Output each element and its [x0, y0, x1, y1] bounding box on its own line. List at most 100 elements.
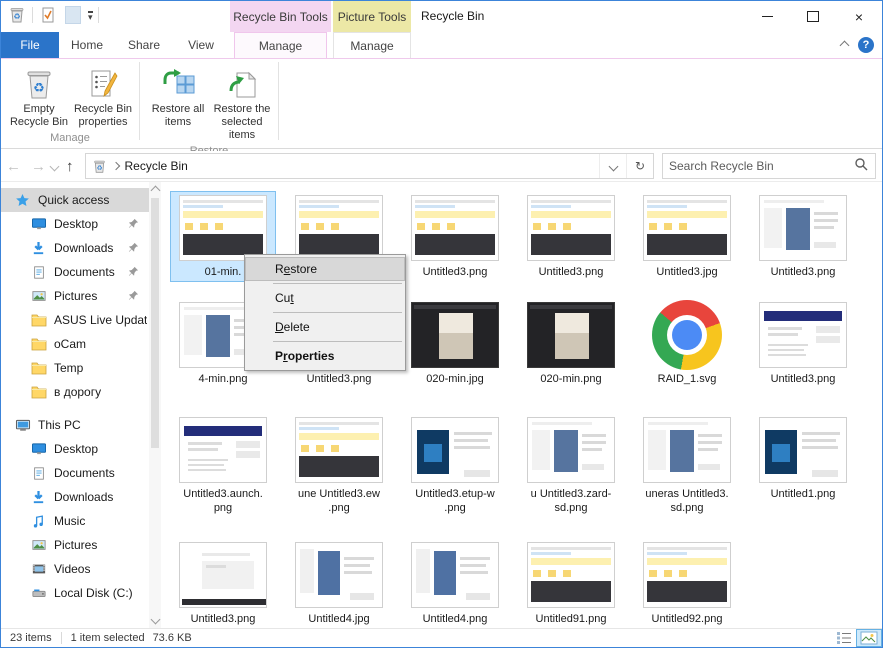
collapse-ribbon-icon[interactable]: [840, 40, 850, 50]
context-menu-separator: [273, 283, 402, 284]
file-item-untitled91-png[interactable]: Untitled91.png: [519, 539, 623, 628]
scroll-down-icon[interactable]: [151, 615, 161, 625]
file-thumbnail-explorer: [411, 195, 499, 261]
sidebar-item-desktop[interactable]: Desktop: [1, 437, 149, 461]
svg-text:♻: ♻: [96, 164, 102, 171]
scrollbar-thumb[interactable]: [151, 198, 159, 448]
file-item-020-min-jpg[interactable]: 020-min.jpg: [403, 299, 507, 388]
sidebar-item-pictures[interactable]: Pictures: [1, 533, 149, 557]
customize-dropdown-icon[interactable]: ▾: [88, 11, 93, 20]
ribbon-button-recycle-bin-properties[interactable]: Recycle Bin properties: [71, 64, 135, 130]
maximize-button[interactable]: [790, 1, 836, 32]
svg-text:♻: ♻: [33, 80, 45, 95]
search-input[interactable]: [663, 159, 847, 173]
file-name: Untitled3.png: [307, 372, 372, 386]
breadcrumb[interactable]: Recycle Bin: [119, 154, 194, 178]
desktop-icon: [30, 442, 47, 456]
sidebar-item-downloads[interactable]: Downloads: [1, 236, 149, 260]
file-item-untitled3-aunch-png[interactable]: Untitled3.aunch. png: [171, 414, 275, 518]
ribbon-button-restore-all-items[interactable]: Restore all items: [146, 64, 210, 130]
details-view-button[interactable]: [832, 629, 856, 647]
sidebar-item-pictures[interactable]: Pictures: [1, 284, 149, 308]
sidebar-item-temp[interactable]: Temp: [1, 356, 149, 380]
search-icon[interactable]: [847, 157, 875, 176]
quick-access-toolbar: ♻ ▾: [7, 5, 99, 25]
close-button[interactable]: ×: [836, 1, 882, 32]
recycle-bin-properties-icon: [86, 65, 120, 103]
selection-count: 1 item selected: [71, 632, 145, 644]
back-icon[interactable]: ←: [6, 158, 21, 175]
sidebar-item-label: Pictures: [54, 538, 97, 552]
file-item-untitled92-png[interactable]: Untitled92.png: [635, 539, 739, 628]
file-thumbnail-props: [759, 195, 847, 261]
tab-file[interactable]: File: [1, 32, 59, 58]
file-item-untitled3-png[interactable]: Untitled3.png: [751, 192, 855, 281]
minimize-button[interactable]: [744, 1, 790, 32]
file-item-untitled3-png[interactable]: Untitled3.png: [751, 299, 855, 388]
view-toggles: [832, 629, 882, 647]
context-menu-item-restore[interactable]: Restore: [245, 257, 405, 281]
sidebar-item-documents[interactable]: Documents: [1, 461, 149, 485]
file-item-u-untitled3-zard-sd-png[interactable]: u Untitled3.zard- sd.png: [519, 414, 623, 518]
items-count: 23 items: [10, 632, 52, 644]
file-item-untitled4-png[interactable]: Untitled4.png: [403, 539, 507, 628]
file-item-untitled3-png[interactable]: Untitled3.png: [519, 192, 623, 281]
sidebar-section-quick-access[interactable]: Quick access: [1, 188, 149, 212]
file-item-untitled3-jpg[interactable]: Untitled3.jpg: [635, 192, 739, 281]
sidebar-item-ocam[interactable]: oCam: [1, 332, 149, 356]
sidebar-item-local-disk-c[interactable]: Local Disk (C:): [1, 581, 149, 605]
tab-manage-picture-tools[interactable]: Manage: [333, 32, 411, 58]
address-dropdown-icon[interactable]: [599, 154, 626, 178]
file-item-untitled3-png[interactable]: Untitled3.png: [403, 192, 507, 281]
grayed-button-icon[interactable]: [63, 5, 83, 25]
file-item-untitled4-jpg[interactable]: Untitled4.jpg: [287, 539, 391, 628]
refresh-icon[interactable]: ↻: [626, 154, 653, 178]
star-icon: [14, 193, 31, 208]
sidebar-item-documents[interactable]: Documents: [1, 260, 149, 284]
sidebar-item-desktop[interactable]: Desktop: [1, 212, 149, 236]
context-menu-item-properties[interactable]: Properties: [245, 344, 405, 368]
ribbon-button-label: Restore the selected items: [211, 103, 273, 143]
file-name: Untitled1.png: [771, 487, 836, 501]
sidebar-item-asus-live-updat[interactable]: ASUS Live Updat: [1, 308, 149, 332]
file-item-020-min-png[interactable]: 020-min.png: [519, 299, 623, 388]
file-item-untitled3-etup-w-png[interactable]: Untitled3.etup-w .png: [403, 414, 507, 518]
tab-share[interactable]: Share: [115, 32, 173, 58]
address-bar[interactable]: ♻ Recycle Bin ↻: [85, 153, 655, 179]
sidebar-item-music[interactable]: Music: [1, 509, 149, 533]
file-thumbnail-photo: [411, 302, 499, 368]
qat-separator: [98, 7, 99, 23]
ribbon-button-empty-recycle-bin[interactable]: ♻Empty Recycle Bin: [7, 64, 71, 130]
file-thumbnail-wizard: [295, 542, 383, 608]
file-item-untitled3-png[interactable]: Untitled3.png: [171, 539, 275, 628]
ribbon-button-restore-the-selected-items[interactable]: Restore the selected items: [210, 64, 274, 144]
sidebar-item-в-дорогу[interactable]: в дорогу: [1, 380, 149, 404]
thumbnails-view-button[interactable]: [856, 629, 882, 647]
file-item-raid-1-svg[interactable]: RAID_1.svg: [635, 299, 739, 388]
sidebar-item-videos[interactable]: Videos: [1, 557, 149, 581]
file-item-une-untitled3-ew-png[interactable]: une Untitled3.ew .png: [287, 414, 391, 518]
sidebar-scrollbar[interactable]: [149, 182, 161, 628]
context-menu-item-delete[interactable]: Delete: [245, 315, 405, 339]
sidebar-item-label: oCam: [54, 337, 86, 351]
search-box: [662, 153, 876, 179]
sidebar-section-this-pc[interactable]: This PC: [1, 413, 149, 437]
file-thumbnail-setup: [411, 417, 499, 483]
sidebar-item-downloads[interactable]: Downloads: [1, 485, 149, 509]
forward-icon[interactable]: →: [31, 158, 46, 175]
restore-selected-items-icon: [225, 65, 259, 103]
file-grid: 01-min.Untitled3.pngUntitled3.pngUntitle…: [161, 182, 882, 629]
scroll-up-icon[interactable]: [151, 186, 161, 196]
up-icon[interactable]: ↑: [66, 158, 74, 175]
recent-locations-icon[interactable]: [50, 161, 60, 171]
file-item-untitled1-png[interactable]: Untitled1.png: [751, 414, 855, 503]
ribbon-group-label: Manage: [1, 131, 139, 148]
file-item-uneras-untitled3-sd-png[interactable]: uneras Untitled3. sd.png: [635, 414, 739, 518]
help-icon[interactable]: ?: [858, 37, 874, 53]
minimize-icon: [762, 16, 773, 17]
tab-manage-recycle-bin-tools[interactable]: Manage: [234, 32, 327, 58]
tab-home[interactable]: Home: [59, 32, 115, 58]
properties-check-icon[interactable]: [38, 5, 58, 25]
tab-view[interactable]: View: [173, 32, 229, 58]
context-menu-item-cut[interactable]: Cut: [245, 286, 405, 310]
